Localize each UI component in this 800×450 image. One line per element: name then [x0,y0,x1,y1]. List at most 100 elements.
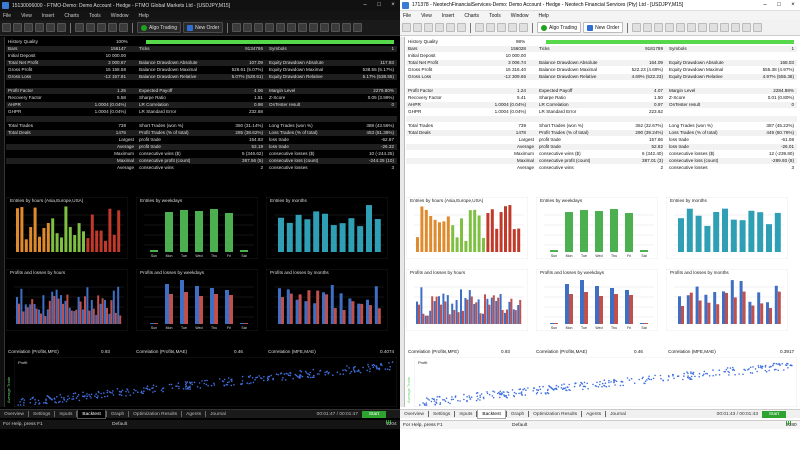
menu-file[interactable]: File [3,13,11,19]
toolbar-tool-icon[interactable] [698,23,708,32]
toolbar-tool-icon[interactable] [731,23,741,32]
scatter-point [346,365,348,367]
toolbar-tool-icon[interactable] [86,23,95,32]
toolbar-tool-icon[interactable] [57,23,66,32]
chart-title: Entries by months [670,198,707,203]
maximize-icon[interactable]: □ [372,0,386,11]
minimize-icon[interactable]: – [358,0,372,11]
tab-settings[interactable]: Settings [429,410,454,419]
menu-tools[interactable]: Tools [489,13,501,19]
report-cell: consecutive loss (count) [269,158,319,163]
tab-journal[interactable]: Journal [206,410,230,419]
toolbar-tool-icon[interactable] [676,23,686,32]
toolbar-tool-icon[interactable] [402,23,411,32]
menu-view[interactable]: View [421,13,432,19]
toolbar-tool-icon[interactable] [709,23,719,32]
menu-view[interactable]: View [21,13,32,19]
toolbar-tool-icon[interactable] [654,23,664,32]
tab-backtest[interactable]: Backtest [77,409,106,419]
toolbar-tool-icon[interactable] [632,23,642,32]
toolbar-tool-icon[interactable] [35,23,44,32]
tab-graph[interactable]: Graph [107,410,128,419]
bar [112,234,116,252]
report-cell: Bars [8,46,18,51]
toolbar-tool-icon[interactable] [753,23,763,32]
toolbar-tool-icon[interactable] [298,23,308,32]
toolbar-tool-icon[interactable] [687,23,697,32]
menu-window[interactable]: Window [111,13,129,19]
algo-trading-button[interactable]: Algo Trading [137,22,182,33]
toolbar-tool-icon[interactable] [519,23,528,32]
tab-inputs[interactable]: Inputs [55,410,76,419]
toolbar-tool-icon[interactable] [331,23,341,32]
toolbar-tool-icon[interactable] [108,23,117,32]
tab-optimization-results[interactable]: Optimization Results [529,410,581,419]
toolbar-tool-icon[interactable] [254,23,264,32]
toolbar-tool-icon[interactable] [720,23,730,32]
toolbar-tool-icon[interactable] [486,23,495,32]
loss-bar [360,303,364,324]
scatter-point [522,388,524,391]
report-cell: LR Standard Error [139,109,177,114]
toolbar-tool-icon[interactable] [457,23,466,32]
start-button[interactable]: Start [762,411,786,418]
tab-agents[interactable]: Agents [182,410,205,419]
tab-optimization-results[interactable]: Optimization Results [129,410,181,419]
toolbar-tool-icon[interactable] [232,23,242,32]
toolbar-tool-icon[interactable] [424,23,433,32]
menu-insert[interactable]: Insert [442,13,455,19]
toolbar-tool-icon[interactable] [309,23,319,32]
menu-charts[interactable]: Charts [64,13,79,19]
toolbar-tool-icon[interactable] [475,23,484,32]
toolbar-tool-icon[interactable] [742,23,752,32]
scatter-point [19,401,21,403]
menu-charts[interactable]: Charts [464,13,479,19]
menu-help[interactable]: Help [139,13,149,19]
menu-insert[interactable]: Insert [42,13,55,19]
tab-journal[interactable]: Journal [606,410,630,419]
tab-inputs[interactable]: Inputs [455,410,476,419]
maximize-icon[interactable]: □ [772,0,786,11]
menu-file[interactable]: File [403,13,411,19]
toolbar-tool-icon[interactable] [435,23,444,32]
toolbar-tool-icon[interactable] [276,23,286,32]
toolbar-tool-icon[interactable] [24,23,33,32]
new-order-button[interactable]: New Order [583,22,624,33]
tab-overview[interactable]: Overview [0,410,28,419]
toolbar-tool-icon[interactable] [320,23,330,32]
toolbar-tool-icon[interactable] [2,23,11,32]
tab-agents[interactable]: Agents [582,410,605,419]
new-order-button[interactable]: New Order [183,22,224,33]
algo-trading-button[interactable]: Algo Trading [537,22,582,33]
toolbar-tool-icon[interactable] [446,23,455,32]
toolbar-tool-icon[interactable] [265,23,275,32]
chart-title: Entries by months [270,198,307,203]
toolbar-tool-icon[interactable] [497,23,506,32]
minimize-icon[interactable]: – [758,0,772,11]
menu-window[interactable]: Window [511,13,529,19]
tab-overview[interactable]: Overview [400,410,428,419]
menu-tools[interactable]: Tools [89,13,101,19]
toolbar-tool-icon[interactable] [13,23,22,32]
toolbar-tool-icon[interactable] [353,23,363,32]
toolbar-tool-icon[interactable] [119,23,128,32]
tab-graph[interactable]: Graph [507,410,528,419]
toolbar-tool-icon[interactable] [243,23,253,32]
close-icon[interactable]: × [386,0,400,11]
toolbar-tool-icon[interactable] [97,23,106,32]
toolbar-tool-icon[interactable] [46,23,55,32]
tab-backtest[interactable]: Backtest [477,409,506,419]
close-icon[interactable]: × [786,0,800,11]
toolbar-tool-icon[interactable] [665,23,675,32]
toolbar-tool-icon[interactable] [413,23,422,32]
scatter-point [582,388,584,391]
toolbar-tool-icon[interactable] [643,23,653,32]
toolbar-tool-icon[interactable] [75,23,84,32]
scatter-point [324,374,327,376]
toolbar-tool-icon[interactable] [342,23,352,32]
toolbar-tool-icon[interactable] [508,23,517,32]
toolbar-tool-icon[interactable] [287,23,297,32]
tab-settings[interactable]: Settings [29,410,54,419]
menu-help[interactable]: Help [539,13,549,19]
start-button[interactable]: Start [362,411,386,418]
